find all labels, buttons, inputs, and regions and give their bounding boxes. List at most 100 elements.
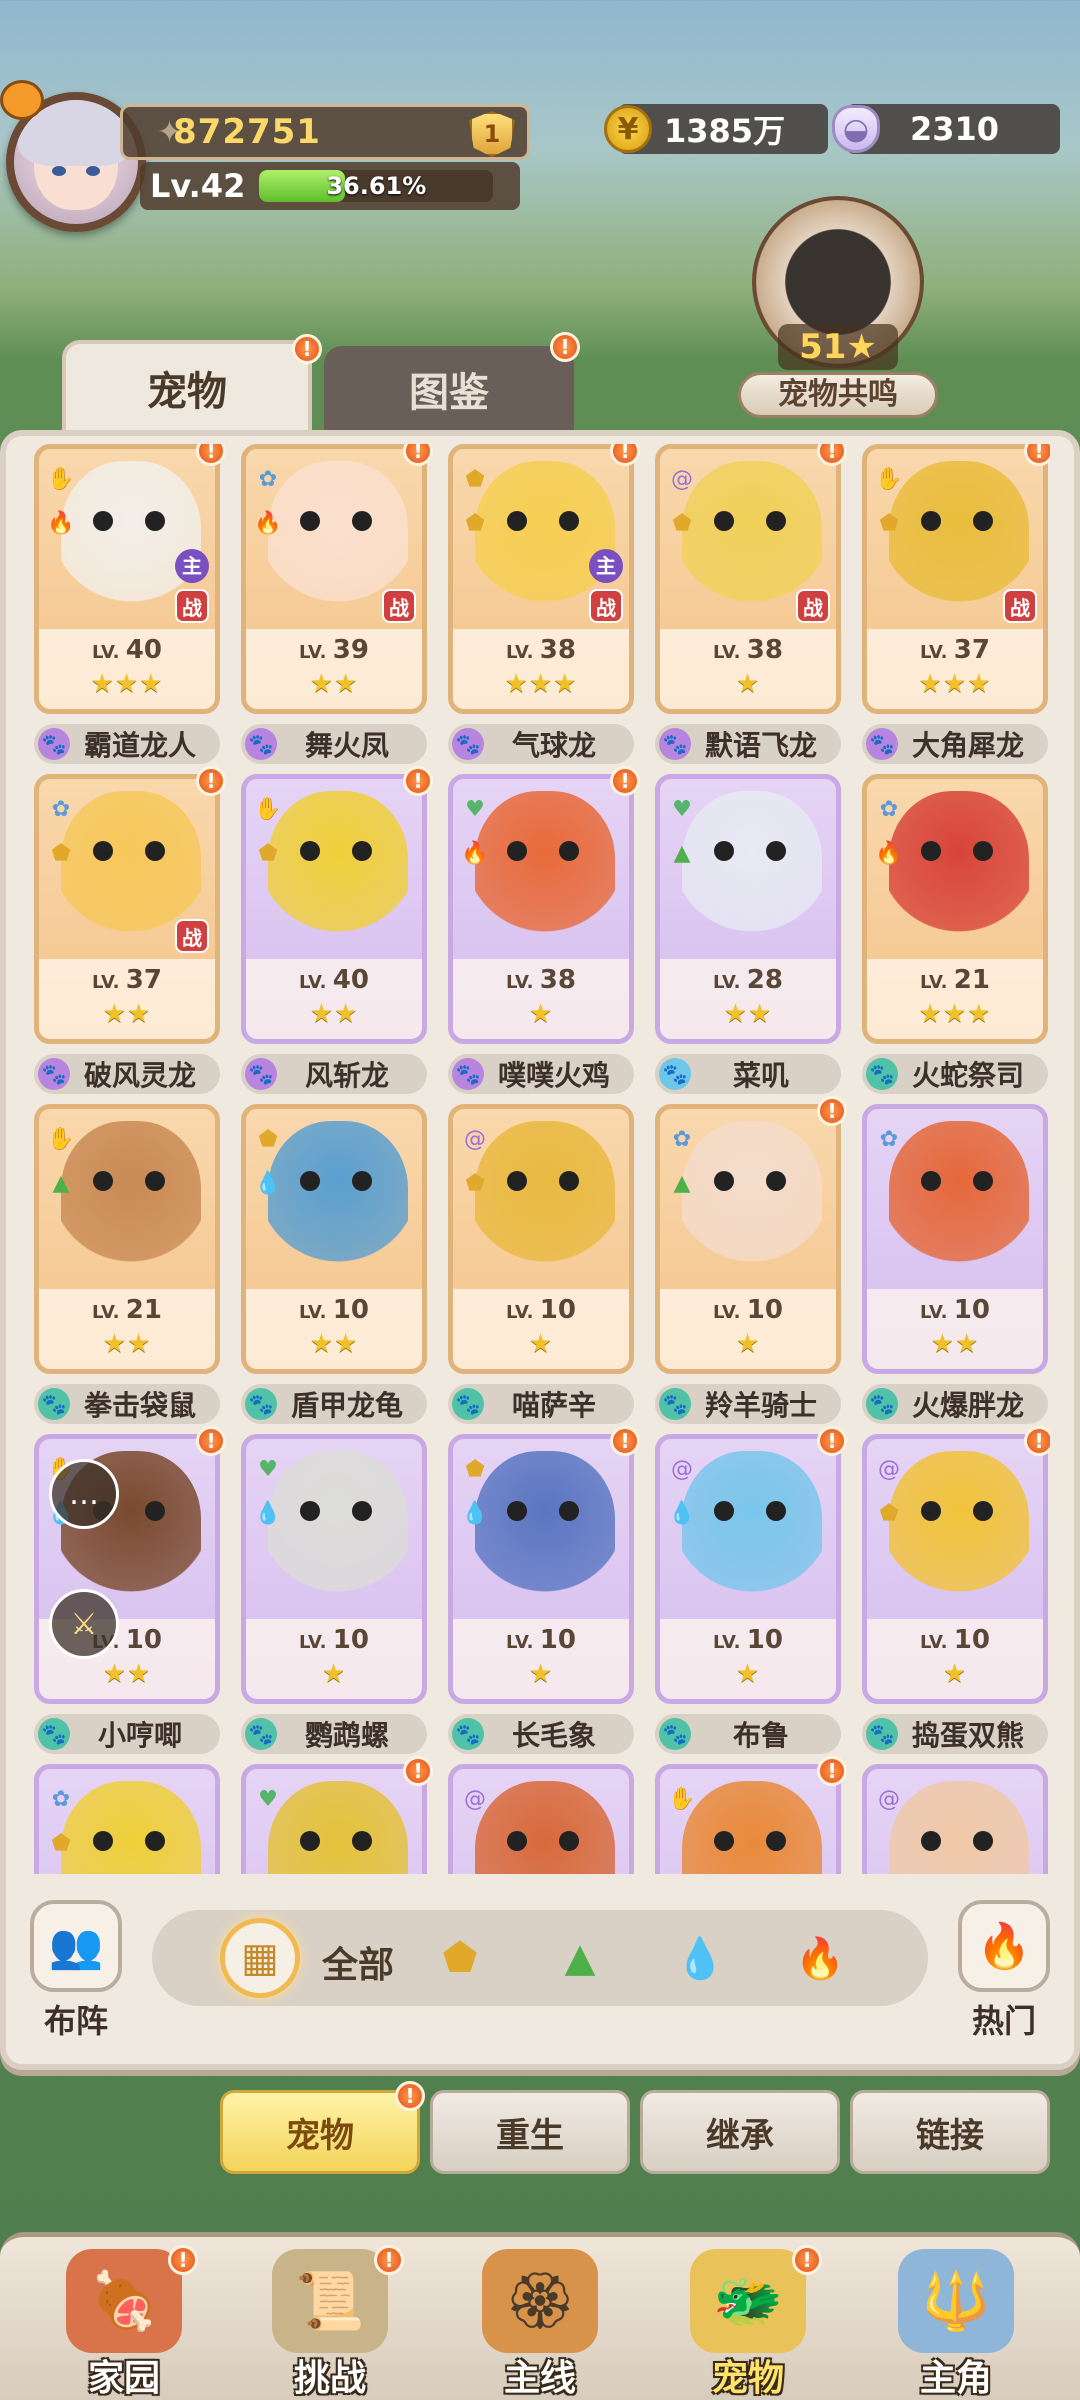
- pet-card[interactable]: ✋ ▲ LV. 21 ★★ 🐾 拳击袋鼠: [34, 1104, 220, 1424]
- pet-card[interactable]: ✋!: [655, 1756, 847, 1874]
- avatar-face: [18, 100, 134, 210]
- subtab-pets[interactable]: 宠物 !: [220, 2081, 425, 2174]
- subtab-rebirth[interactable]: 重生: [430, 2090, 630, 2174]
- shell-counter[interactable]: ◒ 2310: [832, 104, 1060, 154]
- pet-card[interactable]: @ 💧 LV. 10 ★! 🐾 布鲁: [655, 1426, 847, 1754]
- pet-portrait: [61, 1121, 201, 1271]
- pet-level-band: LV. 10 ★★: [867, 1289, 1043, 1369]
- filter-all-label: 全部: [322, 1945, 395, 1986]
- exp-percent: 36.61%: [326, 172, 427, 200]
- pet-level: LV. 10: [713, 1295, 783, 1325]
- pet-card[interactable]: ✋ 🔥 主战 LV. 40 ★★★! 🐾 霸道龙人: [34, 444, 226, 764]
- pet-level: LV. 38: [506, 965, 576, 995]
- pumpkin-icon: [0, 80, 44, 120]
- gold-counter[interactable]: ¥ 1385万: [604, 104, 828, 154]
- pet-card[interactable]: ⬟ ⬟ 主战 LV. 38 ★★★! 🐾 气球龙: [448, 444, 640, 764]
- nav-challenge[interactable]: 📜 挑战 !: [250, 2245, 410, 2400]
- pet-level: LV. 37: [92, 965, 162, 995]
- resonance-label: 宠物共鸣: [738, 372, 938, 418]
- pet-name-pill: 🐾 霸道龙人: [34, 724, 220, 764]
- meat-icon: 🍖: [66, 2249, 182, 2353]
- pet-portrait: [889, 791, 1029, 941]
- nav-main[interactable]: 🏵 主线: [460, 2245, 620, 2400]
- pet-portrait: [682, 791, 822, 941]
- tab-pets[interactable]: 宠物 !: [62, 334, 322, 432]
- pet-card[interactable]: @ ⬟ LV. 10 ★! 🐾 捣蛋双熊: [862, 1426, 1050, 1754]
- pet-card[interactable]: ♥ 🔥 LV. 38 ★! 🐾 噗噗火鸡: [448, 766, 640, 1094]
- pet-card[interactable]: ♥ ▲ LV. 28 ★★ 🐾 菜叽: [655, 774, 841, 1094]
- shield-icon: ⬟: [879, 1500, 899, 1526]
- pet-card[interactable]: @: [448, 1764, 634, 1874]
- tab-atlas[interactable]: 图鉴 !: [324, 332, 580, 432]
- filter-leaf-button[interactable]: ▲: [540, 1918, 620, 1998]
- rank-badge[interactable]: 1: [469, 111, 515, 157]
- subtab-inherit[interactable]: 继承: [640, 2090, 840, 2174]
- notification-dot: !: [403, 766, 433, 796]
- subtab-rebirth-label: 重生: [496, 2115, 564, 2156]
- pet-card-frame: @ ⬟ LV. 10 ★: [862, 1434, 1048, 1704]
- pet-name-pill: 🐾 羚羊骑士: [655, 1384, 841, 1424]
- pet-name: 噗噗火鸡: [497, 1059, 610, 1092]
- pet-level-band: LV. 10 ★: [246, 1619, 422, 1699]
- pet-level-band: LV. 10 ★: [660, 1619, 836, 1699]
- pet-name-pill: 🐾 默语飞龙: [655, 724, 841, 764]
- nav-home[interactable]: 🍖 家园 !: [44, 2245, 204, 2400]
- pet-name: 鹦鹉螺: [304, 1719, 389, 1752]
- pet-name: 默语飞龙: [704, 729, 817, 762]
- pet-level: LV. 21: [92, 1295, 162, 1325]
- pet-card[interactable]: ✋ ⬟ 战 LV. 37 ★★★! 🐾 大角犀龙: [862, 444, 1050, 764]
- notification-dot: !: [196, 766, 226, 796]
- pet-card[interactable]: ✿ ▲ LV. 10 ★! 🐾 羚羊骑士: [655, 1096, 847, 1424]
- heart-icon: ♥: [258, 1456, 278, 1482]
- pet-card[interactable]: ✋ ⬟ LV. 40 ★★! 🐾 风斩龙: [241, 766, 433, 1094]
- pet-portrait: [475, 1121, 615, 1271]
- formation-button[interactable]: 👥: [30, 1900, 122, 1992]
- pet-portrait: [475, 1781, 615, 1874]
- gold-amount: 1385万: [664, 112, 786, 150]
- pet-card-frame: ✋ ⬟ LV. 40 ★★: [241, 774, 427, 1044]
- pet-card[interactable]: @: [862, 1764, 1048, 1874]
- subtab-link[interactable]: 链接: [850, 2090, 1050, 2174]
- pet-card[interactable]: @ ⬟ LV. 10 ★ 🐾 喵萨辛: [448, 1104, 634, 1424]
- notification-dot: !: [550, 332, 580, 362]
- filter-shield-button[interactable]: ⬟: [420, 1918, 500, 1998]
- pet-card-frame: ✿ 🔥 LV. 21 ★★★: [862, 774, 1048, 1044]
- pet-name: 舞火凤: [304, 729, 389, 762]
- pet-card[interactable]: ⬟ 💧 LV. 10 ★! 🐾 长毛象: [448, 1426, 640, 1754]
- fire-icon: 🔥: [47, 510, 75, 536]
- tab-pets-label: 宠物: [147, 369, 227, 415]
- hot-button[interactable]: 🔥: [958, 1900, 1050, 1992]
- pet-stars: ★★: [102, 1659, 152, 1689]
- pet-card[interactable]: ♥ 💧 LV. 10 ★ 🐾 鹦鹉螺: [241, 1434, 427, 1754]
- pet-card[interactable]: @ ⬟ 战 LV. 38 ★! 🐾 默语飞龙: [655, 444, 847, 764]
- pet-name: 风斩龙: [304, 1059, 389, 1092]
- filter-water-button[interactable]: 💧: [660, 1918, 740, 1998]
- paw-icon: 🐾: [866, 728, 898, 760]
- pet-card[interactable]: ♥!: [241, 1756, 433, 1874]
- pet-resonance[interactable]: 51★ 宠物共鸣: [738, 196, 938, 422]
- shell-amount: 2310: [910, 110, 1000, 148]
- pet-card[interactable]: ✿ 🔥 LV. 21 ★★★ 🐾 火蛇祭司: [862, 774, 1048, 1094]
- nav-hero[interactable]: 🔱 主角: [876, 2245, 1036, 2400]
- nav-pets[interactable]: 🐲 宠物 !: [668, 2245, 828, 2400]
- filter-fire-button[interactable]: 🔥: [780, 1918, 860, 1998]
- pet-stars: ★★: [309, 1329, 359, 1359]
- subtab-link-label: 链接: [916, 2115, 984, 2156]
- filter-all-button[interactable]: ▦: [220, 1918, 300, 1998]
- pet-card[interactable]: ⬟ 💧 LV. 10 ★★ 🐾 盾甲龙龟: [241, 1104, 427, 1424]
- pet-card[interactable]: ✿ LV. 10 ★★ 🐾 火爆胖龙: [862, 1104, 1048, 1424]
- pet-level: LV. 40: [92, 635, 162, 665]
- pet-card[interactable]: ✿ 🔥 战 LV. 39 ★★! 🐾 舞火凤: [241, 444, 433, 764]
- pet-card[interactable]: ✿ ⬟: [34, 1764, 220, 1874]
- spiral-icon: @: [464, 1126, 486, 1152]
- pet-card-frame: ✋💧LV. 10★★…⚔: [34, 1434, 220, 1704]
- pet-grid[interactable]: ✋ 🔥 主战 LV. 40 ★★★! 🐾 霸道龙人 ✿ 🔥 战 LV. 39 ★★! 🐾 舞火凤 ⬟ ⬟ 主战 L…: [26, 444, 1050, 1874]
- tab-atlas-label: 图鉴: [409, 370, 489, 416]
- crossed-swords-icon[interactable]: ⚔: [49, 1589, 119, 1659]
- pet-name: 喵萨辛: [511, 1389, 596, 1422]
- bottom-nav: 🍖 家园 ! 📜 挑战 ! 🏵 主线 🐲 宠物 ! 🔱 主角: [0, 2232, 1080, 2400]
- chat-bubble-icon[interactable]: …: [49, 1459, 119, 1529]
- pet-card[interactable]: ✋💧LV. 10★★…⚔!🐾小哼唧: [34, 1426, 226, 1754]
- notification-dot: !: [196, 1426, 226, 1456]
- pet-card[interactable]: ✿ ⬟ 战 LV. 37 ★★! 🐾 破风灵龙: [34, 766, 226, 1094]
